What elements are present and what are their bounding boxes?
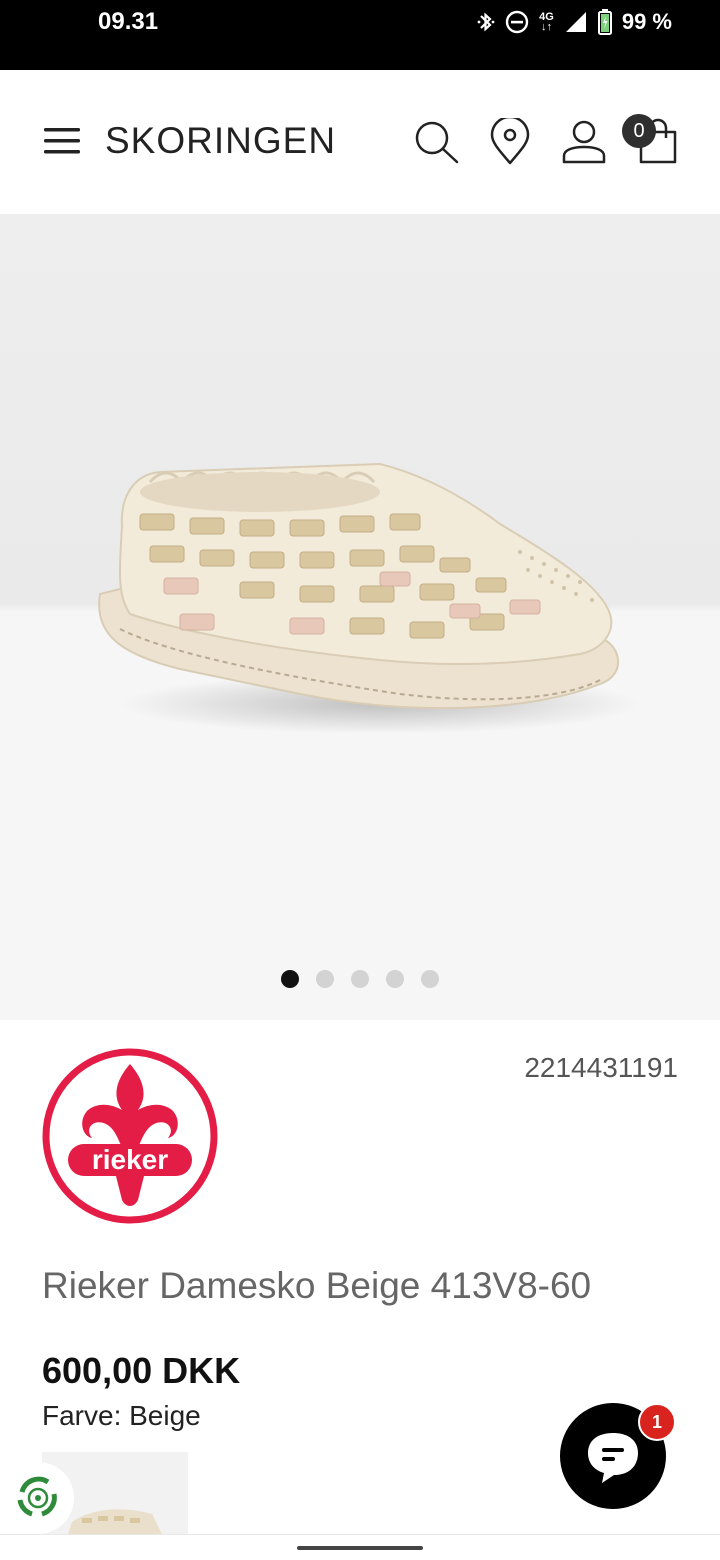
gallery-dot[interactable] (316, 970, 334, 988)
recycle-icon[interactable] (2, 1462, 74, 1534)
search-icon[interactable] (412, 118, 460, 166)
gallery-dot[interactable] (421, 970, 439, 988)
status-bar: 09.31 4G ↓↑ 99 % (0, 0, 720, 70)
menu-icon[interactable] (44, 126, 80, 156)
site-logo[interactable]: SKORINGEN (105, 120, 336, 162)
user-icon[interactable] (560, 118, 608, 166)
signal-icon (565, 12, 586, 32)
product-sku: 2214431191 (524, 1052, 678, 1083)
chat-unread-badge: 1 (638, 1403, 676, 1441)
do-not-disturb-icon (505, 10, 529, 34)
status-time: 09.31 (98, 8, 159, 35)
product-title: Rieker Damesko Beige 413V8-60 (42, 1265, 592, 1306)
brand-logo[interactable]: rieker (42, 1048, 218, 1224)
product-image[interactable] (80, 454, 640, 744)
product-color: Farve: Beige (42, 1400, 201, 1431)
gallery-dot[interactable] (281, 970, 299, 988)
network-indicator: 4G ↓↑ (539, 11, 554, 33)
product-image-gallery[interactable] (0, 214, 720, 1020)
system-navigation-bar (0, 1534, 720, 1560)
product-page: 09.31 4G ↓↑ 99 % SKORINGEN 0 rieker 2214… (0, 0, 720, 1560)
battery-percent: 99 % (621, 9, 672, 34)
gallery-pagination (0, 970, 720, 988)
gallery-dot[interactable] (386, 970, 404, 988)
status-icons: 4G ↓↑ 99 % (477, 8, 672, 36)
brand-name: rieker (92, 1144, 168, 1175)
product-price: 600,00 DKK (42, 1350, 241, 1391)
bluetooth-icon (477, 12, 495, 32)
cart-count-badge[interactable]: 0 (622, 114, 656, 148)
location-pin-icon[interactable] (486, 118, 534, 166)
site-header: SKORINGEN 0 (0, 70, 720, 214)
gallery-dot[interactable] (351, 970, 369, 988)
battery-icon (597, 9, 612, 35)
home-gesture-bar[interactable] (297, 1546, 423, 1550)
